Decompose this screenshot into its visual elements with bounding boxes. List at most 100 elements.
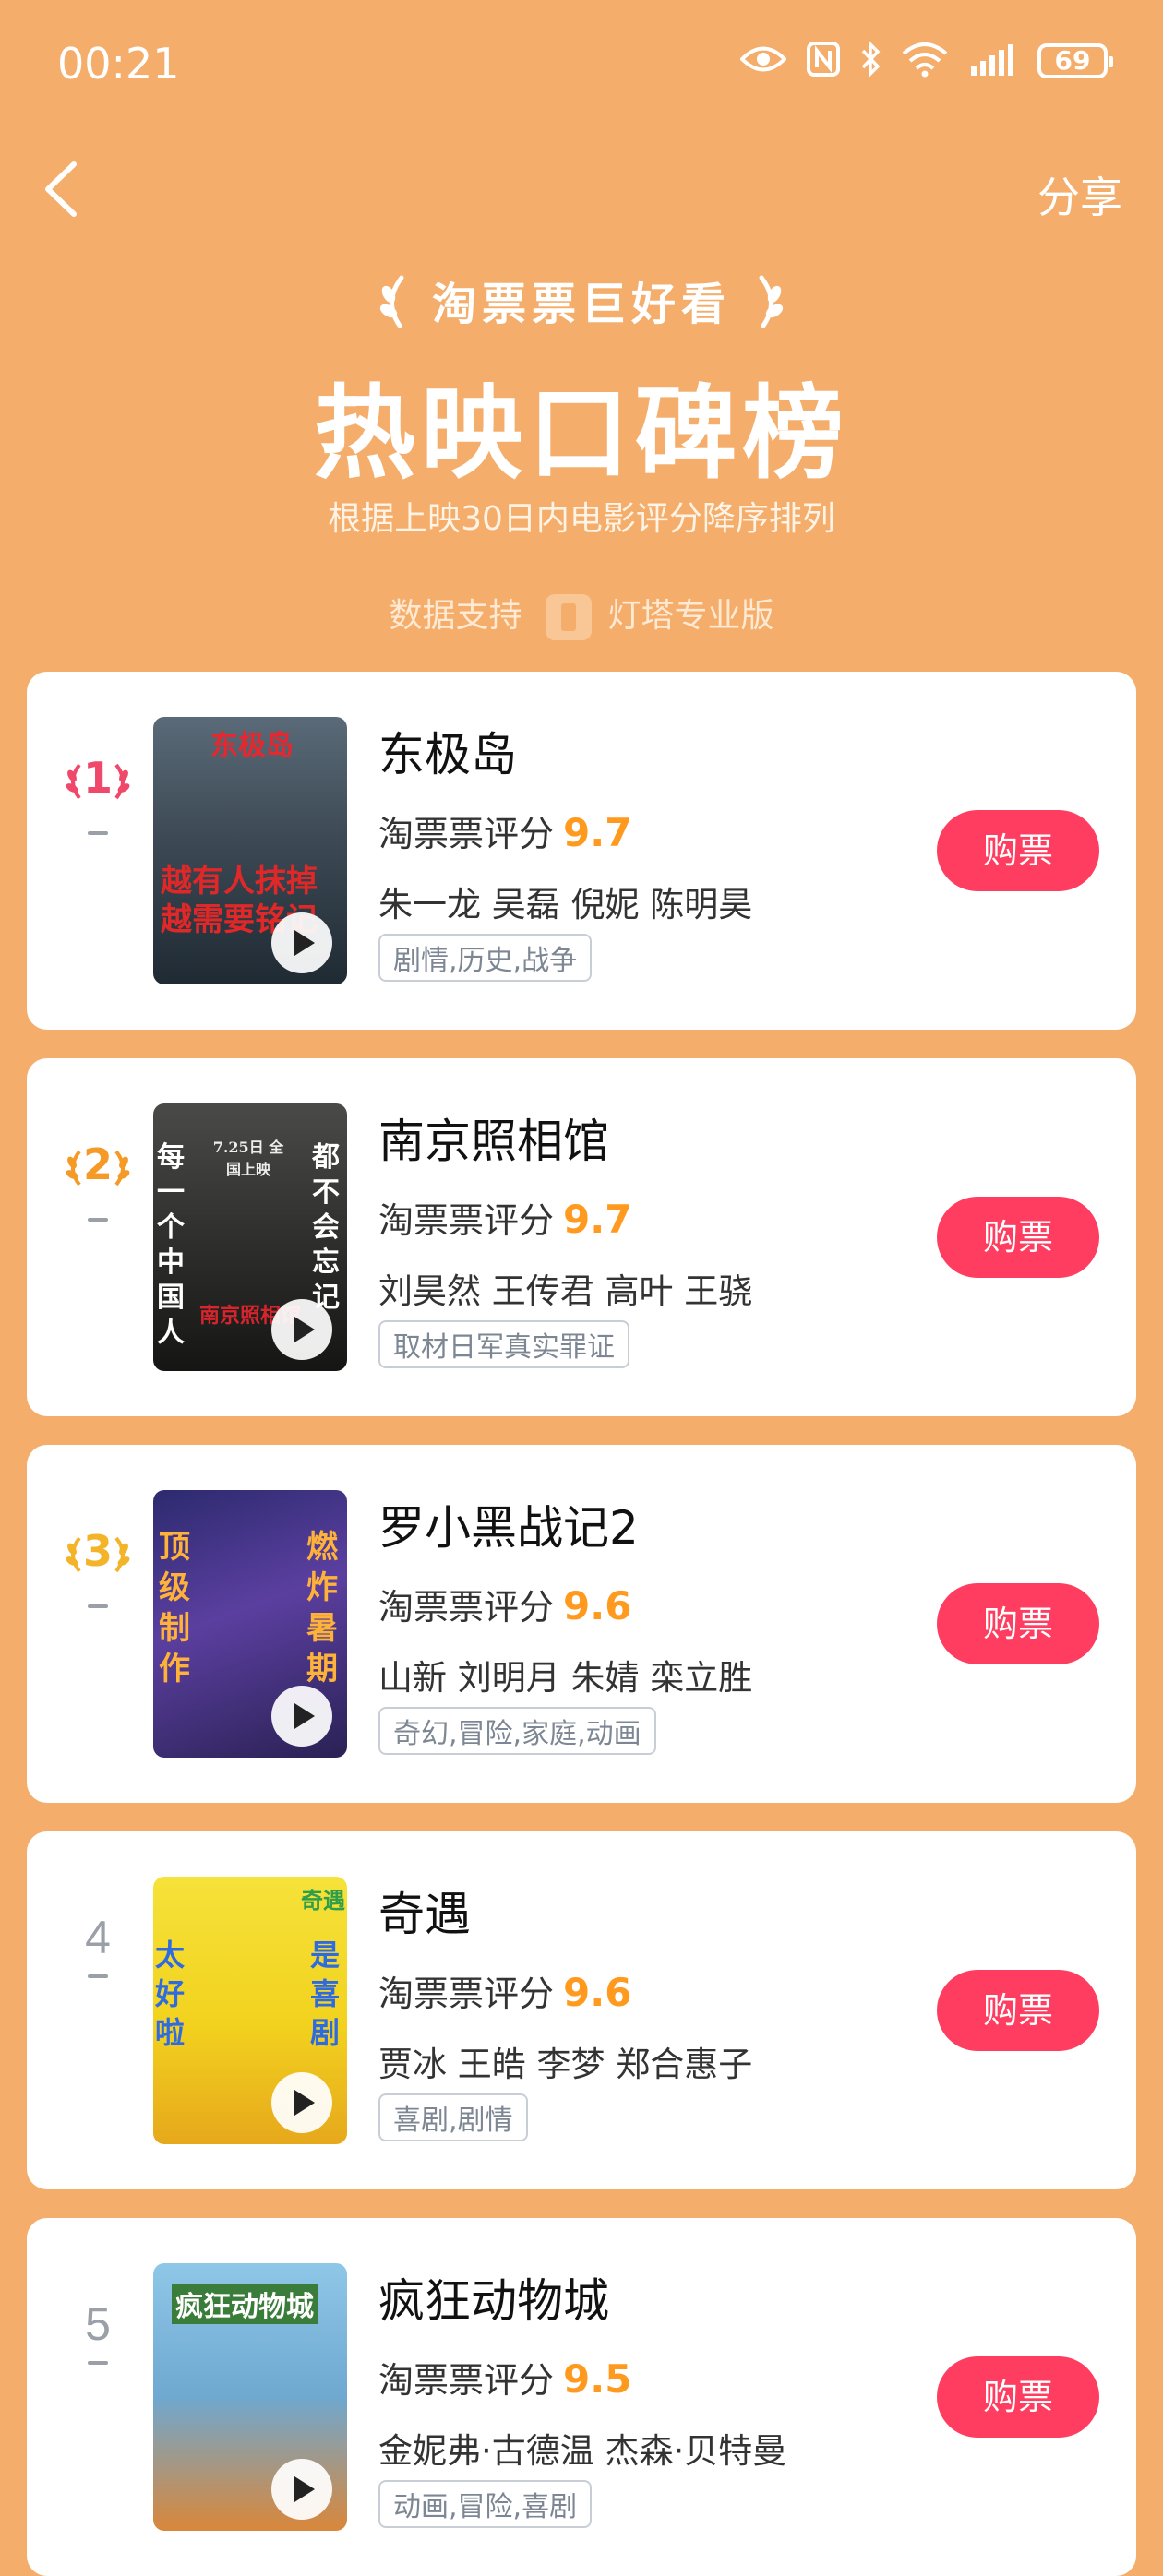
- genre-tag: 取材日军真实罪证: [378, 1320, 629, 1368]
- laurel-left-icon: [374, 274, 411, 340]
- wifi-icon: [901, 41, 949, 81]
- share-button[interactable]: 分享: [1037, 164, 1122, 225]
- data-support-label: 数据支持: [389, 597, 522, 635]
- page-subtitle: 根据上映30日内电影评分降序排列: [328, 500, 835, 538]
- poster-tagline-vertical: 太好啦: [155, 1938, 186, 2050]
- movie-title[interactable]: 罗小黑战记2: [378, 1491, 639, 1557]
- rank-trend: [88, 831, 108, 835]
- rank-trend: [88, 1218, 108, 1222]
- rating-label: 淘票票评分: [378, 814, 555, 854]
- laurel-badge-icon: [114, 763, 130, 799]
- rank-indicator: 2: [47, 1137, 149, 1222]
- page-title: 热映口碑榜: [314, 375, 849, 493]
- movie-card[interactable]: 1 东极岛 越有人抹掉 越需要铭记 东极岛 淘票票评分 9.7 朱一龙 吴磊 倪妮…: [27, 672, 1136, 1030]
- movie-card[interactable]: 3 顶级制作 燃炸暑期 罗小黑战记2 淘票票评分 9.6 山新 刘明月 朱婧 栾立…: [27, 1445, 1136, 1803]
- movie-poster[interactable]: 奇遇 太好啦 是喜剧: [153, 1877, 347, 2144]
- play-button[interactable]: [271, 2459, 332, 2520]
- nfc-icon: [807, 42, 840, 80]
- rating-label: 淘票票评分: [378, 2360, 555, 2401]
- status-bar: 00:21 69: [0, 0, 1163, 138]
- movie-title[interactable]: 奇遇: [378, 1878, 471, 1944]
- play-button[interactable]: [271, 1686, 332, 1747]
- rating-score: 9.5: [563, 2356, 632, 2402]
- play-button[interactable]: [271, 912, 332, 973]
- movie-cast: 朱一龙 吴磊 倪妮 陈明昊: [378, 885, 753, 924]
- laurel-badge-icon: [114, 1150, 130, 1186]
- rank-badge: 3: [47, 1523, 149, 1579]
- rank-badge: 1: [47, 750, 149, 805]
- rank-indicator: 5: [47, 2296, 149, 2365]
- bluetooth-icon: [860, 40, 881, 81]
- rank-number: 5: [85, 2298, 111, 2350]
- movie-title[interactable]: 疯狂动物城: [378, 2264, 609, 2331]
- rank-indicator: 1: [47, 750, 149, 835]
- buy-ticket-button[interactable]: 购票: [937, 1970, 1099, 2051]
- movie-card[interactable]: 4 奇遇 太好啦 是喜剧 奇遇 淘票票评分 9.6 贾冰 王皓 李梦 郑合惠子 喜…: [27, 1831, 1136, 2189]
- movie-poster[interactable]: 7.25日 全国上映 每一个中国人 都不会忘记 南京照相馆: [153, 1103, 347, 1371]
- eye-icon: [739, 43, 787, 78]
- buy-ticket-button[interactable]: 购票: [937, 1197, 1099, 1278]
- laurel-right-icon: [752, 274, 789, 340]
- brand-text: 淘票票巨好看: [431, 279, 731, 330]
- buy-ticket-button[interactable]: 购票: [937, 810, 1099, 891]
- rank-number: 3: [82, 1526, 113, 1576]
- laurel-badge-icon: [114, 1536, 130, 1572]
- movie-rating: 淘票票评分 9.6: [378, 1965, 631, 2016]
- rank-indicator: 3: [47, 1523, 149, 1608]
- brand-banner: 淘票票巨好看: [0, 268, 1163, 340]
- data-support: 数据支持 灯塔专业版: [0, 589, 1163, 640]
- poster-logo: 东极岛: [210, 730, 294, 762]
- laurel-badge-icon: [66, 1536, 81, 1572]
- poster-tagline-vertical: 顶级制作: [159, 1529, 190, 1688]
- data-support-brand: 灯塔专业版: [607, 597, 774, 635]
- movie-card[interactable]: 5 疯狂动物城 疯狂动物城 淘票票评分 9.5 金妮弗·古德温 杰森·贝特曼 动画…: [27, 2218, 1136, 2576]
- rating-score: 9.7: [563, 1197, 632, 1242]
- rank-badge: 2: [47, 1137, 149, 1192]
- movie-rating: 淘票票评分 9.6: [378, 1579, 631, 1629]
- back-button[interactable]: [33, 157, 98, 221]
- rating-score: 9.6: [563, 1970, 632, 2015]
- movie-cast: 山新 刘明月 朱婧 栾立胜: [378, 1658, 753, 1698]
- buy-ticket-button[interactable]: 购票: [937, 2356, 1099, 2438]
- genre-tag: 动画,冒险,喜剧: [378, 2480, 593, 2528]
- laurel-badge-icon: [66, 1150, 81, 1186]
- movie-rating: 淘票票评分 9.7: [378, 1192, 631, 1243]
- poster-tagline-vertical: 燃炸暑期: [306, 1529, 338, 1688]
- status-icons: 69: [739, 40, 1113, 81]
- rating-label: 淘票票评分: [378, 1587, 555, 1628]
- rank-trend: [88, 1604, 108, 1608]
- movie-cast: 刘昊然 王传君 高叶 王骁: [378, 1271, 753, 1311]
- chevron-left-icon: [45, 161, 77, 217]
- movie-rating: 淘票票评分 9.7: [378, 805, 631, 856]
- movie-card[interactable]: 2 7.25日 全国上映 每一个中国人 都不会忘记 南京照相馆 南京照相馆 淘票…: [27, 1058, 1136, 1416]
- movie-cast: 贾冰 王皓 李梦 郑合惠子: [378, 2045, 753, 2084]
- signal-icon: [969, 42, 1017, 79]
- laurel-badge-icon: [66, 763, 81, 799]
- movie-poster[interactable]: 东极岛 越有人抹掉 越需要铭记: [153, 717, 347, 984]
- rank-number: 1: [82, 753, 113, 803]
- poster-logo: 疯狂动物城: [172, 2284, 318, 2324]
- rating-score: 9.6: [563, 1583, 632, 1628]
- rank-trend: [88, 1974, 108, 1978]
- movie-title[interactable]: 东极岛: [378, 718, 517, 784]
- movie-poster[interactable]: 疯狂动物城: [153, 2263, 347, 2531]
- rank-indicator: 4: [47, 1910, 149, 1978]
- movie-poster[interactable]: 顶级制作 燃炸暑期: [153, 1490, 347, 1758]
- buy-ticket-button[interactable]: 购票: [937, 1583, 1099, 1664]
- rating-label: 淘票票评分: [378, 1200, 555, 1241]
- genre-tag: 喜剧,剧情: [378, 2093, 528, 2141]
- movie-rating: 淘票票评分 9.5: [378, 2352, 631, 2403]
- battery-icon: 69: [1037, 43, 1113, 78]
- rating-label: 淘票票评分: [378, 1974, 555, 2014]
- poster-release: 7.25日 全国上映: [212, 1139, 284, 1178]
- status-time: 00:21: [57, 39, 180, 89]
- genre-tag: 奇幻,冒险,家庭,动画: [378, 1707, 656, 1755]
- rating-score: 9.7: [563, 810, 632, 855]
- poster-tagline-vertical: 是喜剧: [310, 1938, 341, 2050]
- genre-tag: 剧情,历史,战争: [378, 934, 593, 982]
- play-button[interactable]: [271, 2072, 332, 2133]
- rank-trend: [88, 2361, 108, 2365]
- play-button[interactable]: [271, 1299, 332, 1360]
- movie-title[interactable]: 南京照相馆: [378, 1104, 609, 1171]
- rank-number: 4: [85, 1912, 111, 1963]
